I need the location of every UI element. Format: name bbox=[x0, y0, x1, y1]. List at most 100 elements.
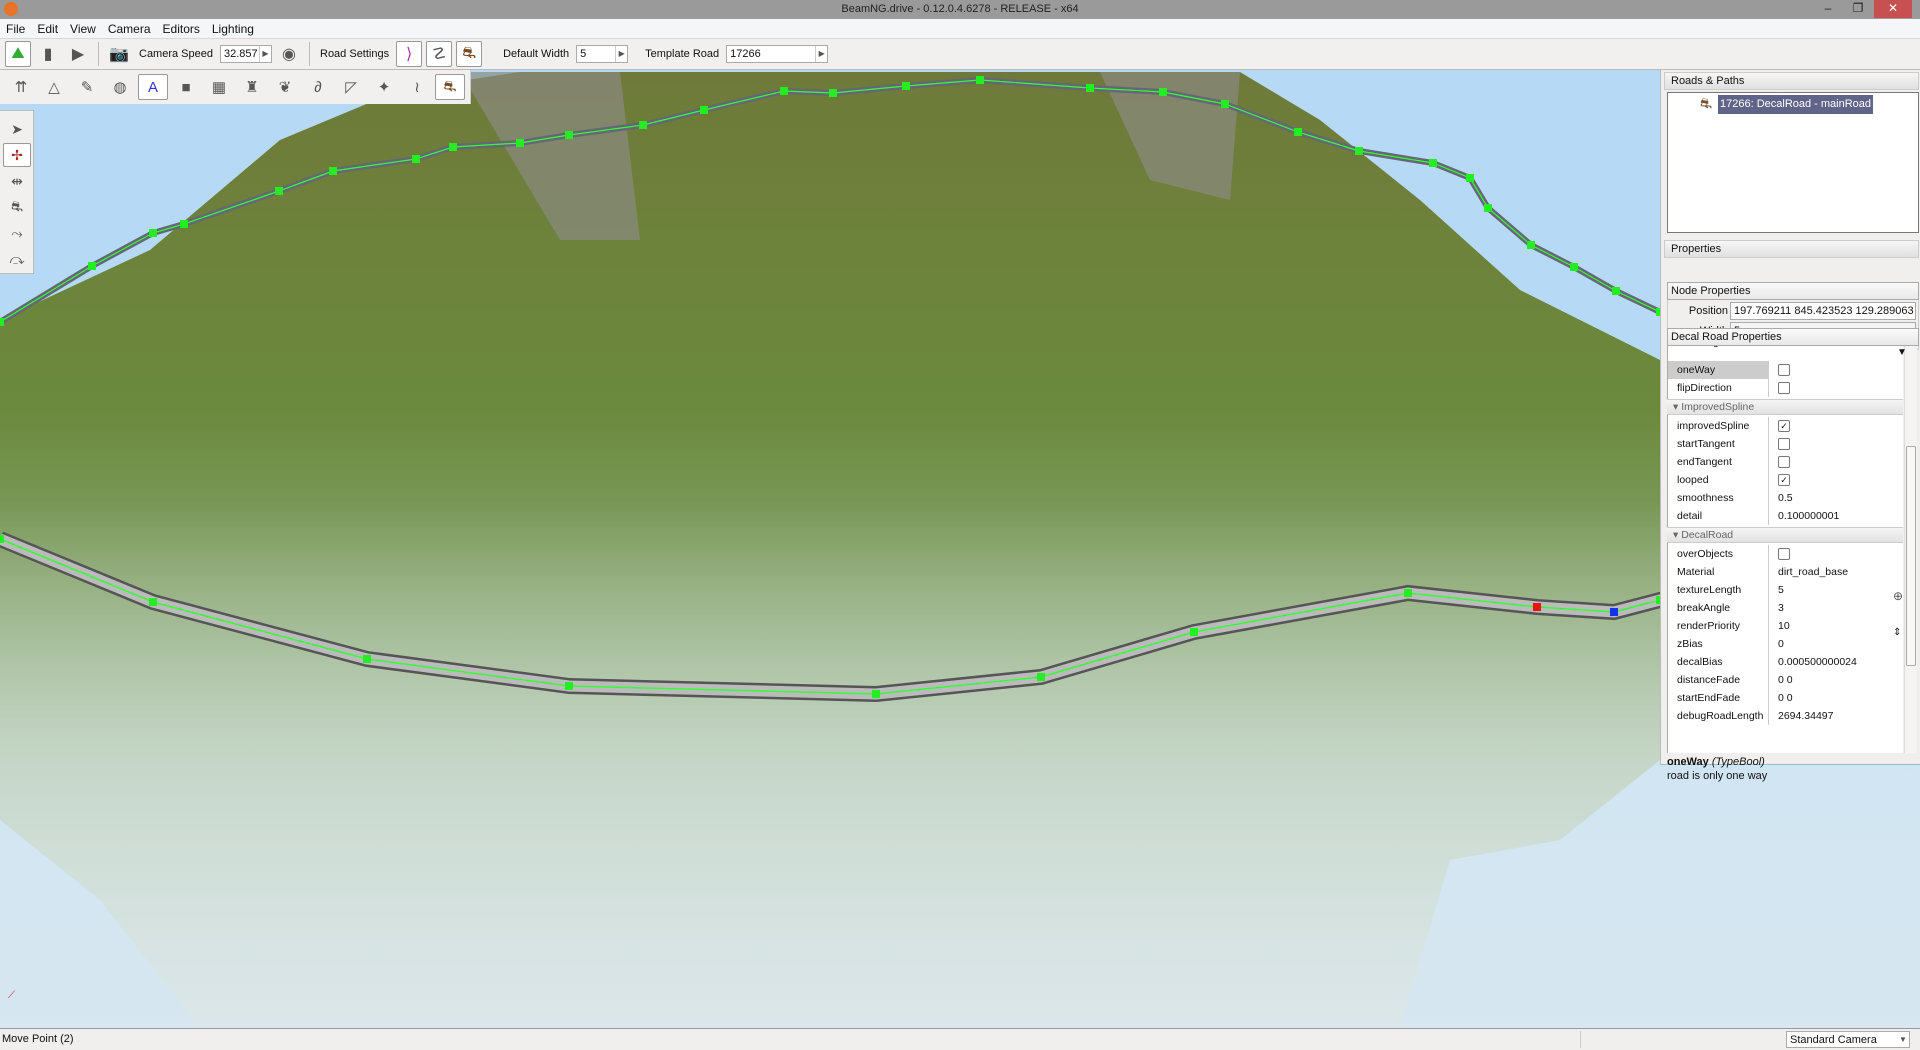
road-node[interactable] bbox=[449, 143, 457, 151]
road-node[interactable] bbox=[780, 87, 788, 95]
road-lanes-icon[interactable]: ☡ bbox=[426, 41, 453, 67]
terrain-painter-icon[interactable]: △ bbox=[39, 74, 69, 100]
remove-point-icon[interactable]: ⤼ bbox=[3, 247, 31, 271]
road-node[interactable] bbox=[565, 131, 573, 139]
road-node[interactable] bbox=[1221, 100, 1229, 108]
checkbox[interactable] bbox=[1778, 382, 1790, 394]
road-node[interactable] bbox=[829, 89, 837, 97]
road-node[interactable] bbox=[1086, 84, 1094, 92]
checkbox-checked[interactable]: ✓ bbox=[1778, 474, 1790, 486]
menu-camera[interactable]: Camera bbox=[102, 19, 157, 39]
chevron-right-icon[interactable]: ▶ bbox=[615, 46, 627, 62]
menu-view[interactable]: View bbox=[64, 19, 102, 39]
road-node[interactable] bbox=[1159, 88, 1167, 96]
checkbox[interactable] bbox=[1778, 548, 1790, 560]
property-value[interactable]: 0 0 bbox=[1778, 671, 1793, 689]
property-value[interactable]: 3 bbox=[1778, 599, 1784, 617]
property-row[interactable]: renderPriority 10 bbox=[1667, 617, 1903, 635]
property-row[interactable]: improvedSpline ✓ bbox=[1667, 417, 1903, 435]
road-node[interactable] bbox=[1484, 204, 1492, 212]
navmesh-icon[interactable]: ✦ bbox=[369, 74, 399, 100]
world-editor-icon[interactable]: ⛰ bbox=[5, 41, 31, 67]
property-value[interactable]: dirt_road_base bbox=[1778, 563, 1848, 581]
property-value[interactable]: 10 bbox=[1778, 617, 1790, 635]
road-node[interactable] bbox=[1190, 628, 1198, 636]
particle-editor-icon[interactable]: ♜ bbox=[237, 74, 267, 100]
checkbox-checked[interactable]: ✓ bbox=[1778, 420, 1790, 432]
property-row[interactable]: looped ✓ bbox=[1667, 471, 1903, 489]
road-node[interactable] bbox=[180, 220, 188, 228]
road-node[interactable] bbox=[872, 690, 880, 698]
property-row[interactable]: smoothness 0.5 bbox=[1667, 489, 1903, 507]
play-icon[interactable]: ▶ bbox=[65, 41, 91, 67]
property-group-header[interactable]: ▾ ImprovedSpline bbox=[1667, 399, 1903, 415]
chevron-right-icon[interactable]: ▶ bbox=[259, 46, 271, 62]
decal-road-editor-icon[interactable]: ⛐ bbox=[435, 74, 465, 100]
menu-editors[interactable]: Editors bbox=[157, 19, 206, 39]
river-editor-icon[interactable]: ◸ bbox=[336, 74, 366, 100]
road-node[interactable] bbox=[149, 229, 157, 237]
menu-edit[interactable]: Edit bbox=[31, 19, 64, 39]
move-point-icon[interactable]: ✢ bbox=[3, 143, 31, 167]
terrain-editor-icon[interactable]: ⇈ bbox=[6, 74, 36, 100]
material-editor-icon[interactable]: ✎ bbox=[72, 74, 102, 100]
road-node[interactable] bbox=[1610, 608, 1618, 616]
property-value[interactable]: 0 0 bbox=[1778, 689, 1793, 707]
collapse-triangle-icon[interactable]: ▾ bbox=[1673, 401, 1681, 413]
property-row[interactable]: oneWay bbox=[1667, 361, 1903, 379]
minimize-button[interactable]: – bbox=[1812, 0, 1844, 18]
property-value[interactable]: 0.000500000024 bbox=[1778, 653, 1857, 671]
mesh-road-icon[interactable]: ∂ bbox=[303, 74, 333, 100]
road-list-item[interactable]: 17266: DecalRoad - mainRoad bbox=[1718, 95, 1874, 114]
property-row[interactable]: distanceFade 0 0 bbox=[1667, 671, 1903, 689]
camera-mode-select[interactable]: Standard Camera ▼ bbox=[1786, 1031, 1910, 1048]
checkbox[interactable] bbox=[1778, 438, 1790, 450]
road-node[interactable] bbox=[639, 121, 647, 129]
road-node[interactable] bbox=[1294, 128, 1302, 136]
material-browse-globe-icon[interactable]: ⊕ bbox=[1893, 589, 1903, 603]
road-node[interactable] bbox=[1429, 159, 1437, 167]
road-node[interactable] bbox=[275, 187, 283, 195]
road-node[interactable] bbox=[1466, 174, 1474, 182]
road-node[interactable] bbox=[412, 155, 420, 163]
property-value[interactable]: 5 bbox=[1778, 581, 1784, 599]
property-row[interactable]: breakAngle 3 bbox=[1667, 599, 1903, 617]
data-block-icon[interactable]: ▦ bbox=[204, 74, 234, 100]
object-editor-icon[interactable]: ■ bbox=[171, 74, 201, 100]
road-node[interactable] bbox=[516, 139, 524, 147]
selected-road-node[interactable] bbox=[1533, 603, 1541, 611]
menu-lighting[interactable]: Lighting bbox=[206, 19, 260, 39]
property-row[interactable]: flipDirection bbox=[1667, 379, 1903, 397]
visibility-eye-icon[interactable]: ◉ bbox=[276, 41, 302, 67]
property-value[interactable]: 0 bbox=[1778, 635, 1784, 653]
checkbox[interactable] bbox=[1778, 456, 1790, 468]
property-row[interactable]: overObjects bbox=[1667, 545, 1903, 563]
terrain-scene[interactable] bbox=[0, 70, 1920, 1028]
road-node[interactable] bbox=[976, 76, 984, 84]
road-node[interactable] bbox=[0, 535, 4, 543]
restore-button[interactable]: ❐ bbox=[1842, 0, 1874, 18]
decal-road-icon[interactable]: ⛐ bbox=[456, 41, 483, 67]
property-scrollbar[interactable] bbox=[1904, 346, 1917, 753]
add-road-icon[interactable]: ⛐ bbox=[3, 195, 31, 219]
menu-file[interactable]: File bbox=[0, 19, 31, 39]
forest-editor-icon[interactable]: ❦ bbox=[270, 74, 300, 100]
road-node[interactable] bbox=[149, 598, 157, 606]
property-row[interactable]: zBias 0 bbox=[1667, 635, 1903, 653]
default-width-input[interactable]: 5 ▶ bbox=[576, 45, 629, 63]
road-node[interactable] bbox=[1404, 589, 1412, 597]
road-node[interactable] bbox=[902, 82, 910, 90]
road-node[interactable] bbox=[88, 262, 96, 270]
close-button[interactable]: ✕ bbox=[1874, 0, 1912, 18]
road-text-icon[interactable]: A bbox=[138, 74, 168, 100]
collapse-triangle-icon[interactable]: ▾ bbox=[1673, 529, 1681, 541]
road-node[interactable] bbox=[1037, 673, 1045, 681]
dropdown-arrow-icon[interactable]: ▼ bbox=[1897, 347, 1907, 358]
property-row[interactable]: endTangent bbox=[1667, 453, 1903, 471]
property-row[interactable]: startEndFade 0 0 bbox=[1667, 689, 1903, 707]
road-node[interactable] bbox=[565, 682, 573, 690]
road-node[interactable] bbox=[700, 106, 708, 114]
scrollbar-thumb[interactable] bbox=[1906, 446, 1916, 666]
scale-point-icon[interactable]: ⇹ bbox=[3, 169, 31, 193]
mission-area-icon[interactable]: ◍ bbox=[105, 74, 135, 100]
